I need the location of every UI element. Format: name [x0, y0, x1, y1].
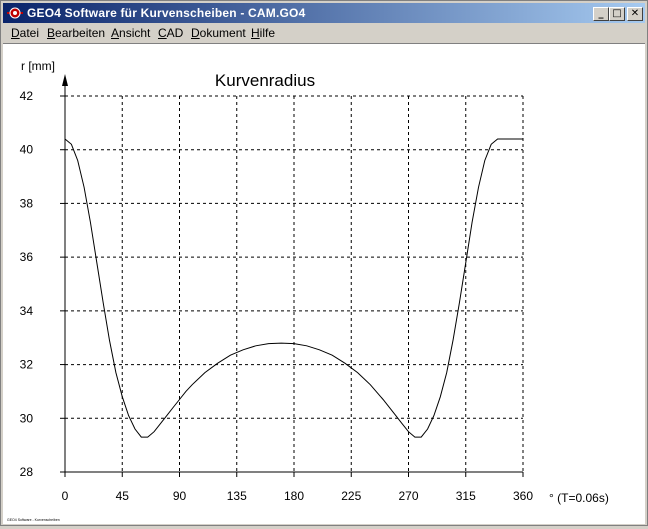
x-tick-label: 135 — [227, 489, 247, 503]
x-tick-label: 90 — [173, 489, 187, 503]
y-tick-label: 32 — [20, 358, 34, 372]
menu-bearbeiten[interactable]: Bearbeiten — [47, 26, 105, 40]
minimize-icon: _ — [598, 8, 604, 19]
close-icon: ✕ — [630, 8, 640, 19]
maximize-button[interactable]: □ — [609, 7, 625, 21]
y-tick-label: 42 — [20, 89, 34, 103]
chart-area: 0 45 90 135 180 225 270 315 360 28 30 32 34 36 38 40 42 … — [3, 43, 645, 524]
y-tick-label: 36 — [20, 250, 34, 264]
window-title: GEO4 Software für Kurvenscheiben - CAM.G… — [27, 6, 306, 20]
chart-grid — [65, 95, 524, 472]
x-tick-label: 180 — [284, 489, 304, 503]
close-button[interactable]: ✕ — [627, 7, 643, 21]
chart-tick-labels: 0 45 90 135 180 225 270 315 360 28 30 32 34 36 38 40 42 — [20, 89, 534, 503]
kurvenradius-chart: 0 45 90 135 180 225 270 315 3602830323436384042 … — [7, 59, 609, 522]
y-tick-label: 40 — [20, 143, 34, 157]
minimize-button[interactable]: _ — [593, 7, 609, 21]
x-tick-label: 0 — [62, 489, 69, 503]
x-tick-label: 360 — [513, 489, 533, 503]
menu-datei[interactable]: Datei — [11, 26, 39, 40]
menu-cad[interactable]: CAD — [158, 26, 183, 40]
x-tick-label: 225 — [341, 489, 361, 503]
y-axis-arrow-icon — [62, 74, 68, 86]
y-tick-label: 34 — [20, 304, 34, 318]
app-logo-icon — [7, 7, 23, 19]
x-tick-label: 45 — [116, 489, 130, 503]
menu-bar: Datei Bearbeiten Ansicht CAD Dokument Hi… — [3, 24, 645, 43]
chart-title: Kurvenradius — [215, 71, 315, 90]
app-window: GEO4 Software für Kurvenscheiben - CAM.G… — [0, 0, 648, 526]
title-bar[interactable]: GEO4 Software für Kurvenscheiben - CAM.G… — [3, 3, 645, 23]
y-axis-label: r [mm] — [21, 59, 55, 73]
y-tick-label: 30 — [20, 411, 34, 425]
x-tick-label: 270 — [398, 489, 418, 503]
footer-text: GEO4 Software - Kurvenscheiben — [7, 518, 60, 522]
y-tick-label: 28 — [20, 465, 34, 479]
y-tick-label: 38 — [20, 196, 34, 210]
menu-hilfe[interactable]: Hilfe — [251, 26, 275, 40]
x-tick-label: 315 — [456, 489, 476, 503]
x-axis-label: ° (T=0.06s) — [549, 491, 609, 505]
menu-dokument[interactable]: Dokument — [191, 26, 246, 40]
maximize-icon: □ — [612, 8, 622, 19]
menu-ansicht[interactable]: Ansicht — [111, 26, 150, 40]
